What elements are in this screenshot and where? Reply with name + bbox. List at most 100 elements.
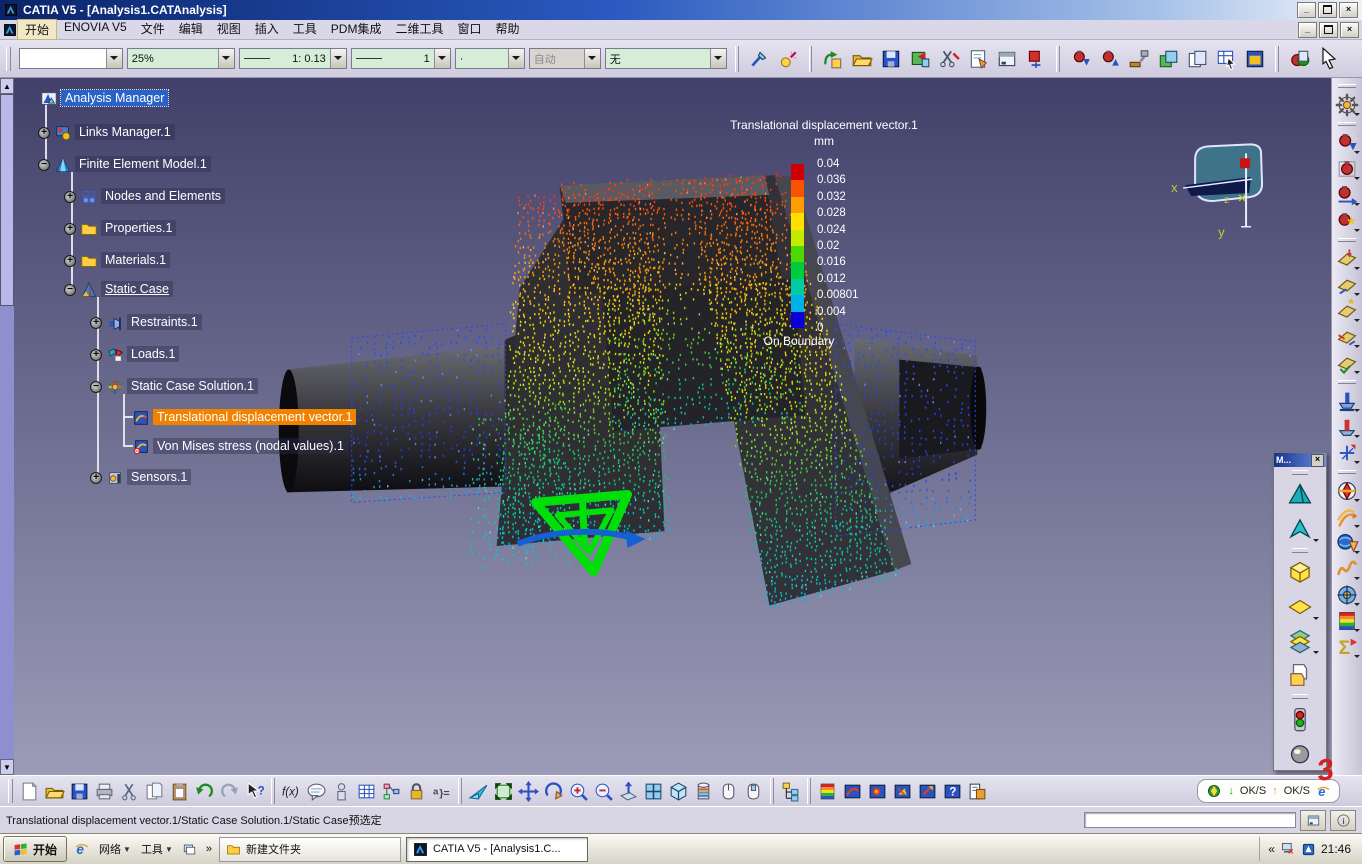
tree-node-static-case[interactable]: Static Case bbox=[101, 281, 173, 297]
knowledge-apply-button[interactable] bbox=[329, 779, 354, 803]
select-tool-button[interactable] bbox=[1316, 45, 1342, 72]
toolbar-handle[interactable] bbox=[1338, 84, 1356, 88]
zoom-in-button[interactable] bbox=[566, 779, 591, 803]
tray-collapse[interactable]: « bbox=[1268, 842, 1275, 856]
menu-item-窗口[interactable]: 窗口 bbox=[450, 19, 488, 40]
menu-item-enovia-v5[interactable]: ENOVIA V5 bbox=[57, 19, 134, 40]
cube-element-button[interactable] bbox=[1279, 556, 1321, 589]
combo-6[interactable]: 无 bbox=[605, 48, 727, 69]
storage-run-button[interactable] bbox=[1334, 130, 1361, 156]
restraints-icon[interactable] bbox=[106, 314, 124, 332]
overlap-windows-button[interactable] bbox=[1155, 45, 1180, 72]
tree-node-properties-1[interactable]: Properties.1 bbox=[101, 220, 176, 236]
rules-button[interactable]: a}= bbox=[429, 779, 454, 803]
mesh-rule-button[interactable]: * bbox=[1334, 298, 1361, 324]
combo-dropdown-icon[interactable] bbox=[710, 49, 726, 68]
quick-launch-overflow[interactable]: » bbox=[204, 843, 214, 855]
formula-button[interactable]: f(x) bbox=[279, 779, 304, 803]
pan-button[interactable] bbox=[516, 779, 541, 803]
shading-sphere-button[interactable] bbox=[1279, 736, 1321, 769]
specification-tree-button[interactable] bbox=[778, 779, 803, 803]
lock-parameter-button[interactable] bbox=[404, 779, 429, 803]
knowledge-chat-button[interactable] bbox=[304, 779, 329, 803]
child-restore-button[interactable] bbox=[1319, 22, 1338, 38]
deformed-mesh-button[interactable] bbox=[840, 779, 865, 803]
tree-node-links-manager-1[interactable]: Links Manager.1 bbox=[75, 124, 175, 140]
combo-1[interactable]: 25% bbox=[127, 48, 235, 69]
child-minimize-button[interactable]: _ bbox=[1298, 22, 1317, 38]
collapse-knob[interactable]: − bbox=[90, 381, 102, 393]
von-mises-display-button[interactable] bbox=[865, 779, 890, 803]
open-folder-button[interactable] bbox=[849, 45, 874, 72]
offline-network-icon[interactable]: × bbox=[1280, 841, 1296, 857]
tree-node-nodes-and-elements[interactable]: Nodes and Elements bbox=[101, 188, 225, 204]
solution-icon[interactable] bbox=[106, 378, 124, 396]
table-select-button[interactable] bbox=[1213, 45, 1238, 72]
slider-restraint-button[interactable] bbox=[1334, 414, 1361, 440]
quick-launch-menu-工具[interactable]: 工具 ▼ bbox=[139, 841, 175, 857]
folder-icon[interactable] bbox=[80, 252, 98, 270]
window-layout-button[interactable] bbox=[994, 45, 1019, 72]
acceleration-button[interactable] bbox=[1334, 530, 1361, 556]
close-button[interactable]: × bbox=[1339, 2, 1358, 18]
cut-button[interactable] bbox=[117, 779, 142, 803]
dialog-toggle-button[interactable] bbox=[1300, 810, 1326, 831]
copy-windows-button[interactable] bbox=[1184, 45, 1209, 72]
restore-button[interactable] bbox=[1318, 2, 1337, 18]
distributed-force-button[interactable] bbox=[1334, 478, 1361, 504]
expand-knob[interactable]: + bbox=[90, 317, 102, 329]
toolbar-handle[interactable] bbox=[1338, 238, 1356, 242]
graphic-properties-brush-button[interactable] bbox=[747, 45, 772, 72]
storage-clear-button[interactable]: * bbox=[1334, 208, 1361, 234]
imported-force-button[interactable] bbox=[1334, 556, 1361, 582]
copy-button[interactable] bbox=[142, 779, 167, 803]
taskbar-button-folder[interactable]: 新建文件夹 bbox=[219, 837, 401, 862]
report-button[interactable] bbox=[965, 779, 990, 803]
menu-item-pdm集成[interactable]: PDM集成 bbox=[324, 19, 389, 40]
scrollbar-track[interactable] bbox=[0, 94, 14, 759]
tree-node-finite-element-model-1[interactable]: Finite Element Model.1 bbox=[75, 156, 211, 172]
design-table-button[interactable] bbox=[354, 779, 379, 803]
toolbar-handle[interactable] bbox=[1338, 470, 1356, 474]
expand-knob[interactable]: + bbox=[90, 349, 102, 361]
zoom-out-button[interactable] bbox=[591, 779, 616, 803]
static-case-icon[interactable] bbox=[80, 281, 98, 299]
menu-item-帮助[interactable]: 帮助 bbox=[489, 19, 527, 40]
fit-all-button[interactable] bbox=[491, 779, 516, 803]
von-mises-icon[interactable] bbox=[132, 438, 150, 456]
blue-window-button[interactable] bbox=[1242, 45, 1267, 72]
displacement-display-button[interactable] bbox=[890, 779, 915, 803]
undo-button[interactable] bbox=[192, 779, 217, 803]
mesh-imported-button[interactable] bbox=[1334, 350, 1361, 376]
combo-dropdown-icon[interactable] bbox=[218, 49, 234, 68]
links-manager-icon[interactable] bbox=[54, 124, 72, 142]
combo-5[interactable]: 自动 bbox=[529, 48, 601, 69]
show-desktop-button[interactable] bbox=[180, 842, 199, 857]
combo-dropdown-icon[interactable] bbox=[106, 49, 122, 68]
tree-scrollbar[interactable]: ▲ ▼ bbox=[0, 78, 14, 775]
combo-2[interactable]: 1: 0.13 bbox=[239, 48, 347, 69]
folder-icon[interactable] bbox=[80, 220, 98, 238]
mesh-quality-button[interactable] bbox=[1334, 324, 1361, 350]
iso-view-button[interactable] bbox=[666, 779, 691, 803]
info-button[interactable]: i bbox=[1330, 810, 1356, 831]
mesh-surface-button[interactable] bbox=[1334, 246, 1361, 272]
quick-launch-menu-网络[interactable]: 网络 ▼ bbox=[97, 841, 133, 857]
save-button[interactable] bbox=[67, 779, 92, 803]
menu-item-start[interactable]: 开始 bbox=[17, 19, 57, 40]
taskbar-button-catia[interactable]: CATIA V5 - [Analysis1.C... bbox=[406, 837, 588, 862]
redo-button[interactable] bbox=[217, 779, 242, 803]
scroll-up-button[interactable]: ▲ bbox=[0, 78, 14, 94]
combo-dropdown-icon[interactable] bbox=[584, 49, 600, 68]
surface-mesh-button[interactable] bbox=[1279, 512, 1321, 545]
displacement-vector-icon[interactable] bbox=[132, 409, 150, 427]
combo-dropdown-icon[interactable] bbox=[434, 49, 450, 68]
storage-box-button[interactable] bbox=[1334, 156, 1361, 182]
free-edges-button[interactable] bbox=[1279, 658, 1321, 691]
child-close-button[interactable]: × bbox=[1340, 22, 1359, 38]
magic-wand-button[interactable] bbox=[776, 45, 801, 72]
toolbar-grip[interactable] bbox=[6, 47, 11, 71]
tree-node-static-case-solution-1[interactable]: Static Case Solution.1 bbox=[127, 378, 258, 394]
collapse-knob[interactable]: − bbox=[38, 159, 50, 171]
expand-knob[interactable]: + bbox=[38, 127, 50, 139]
